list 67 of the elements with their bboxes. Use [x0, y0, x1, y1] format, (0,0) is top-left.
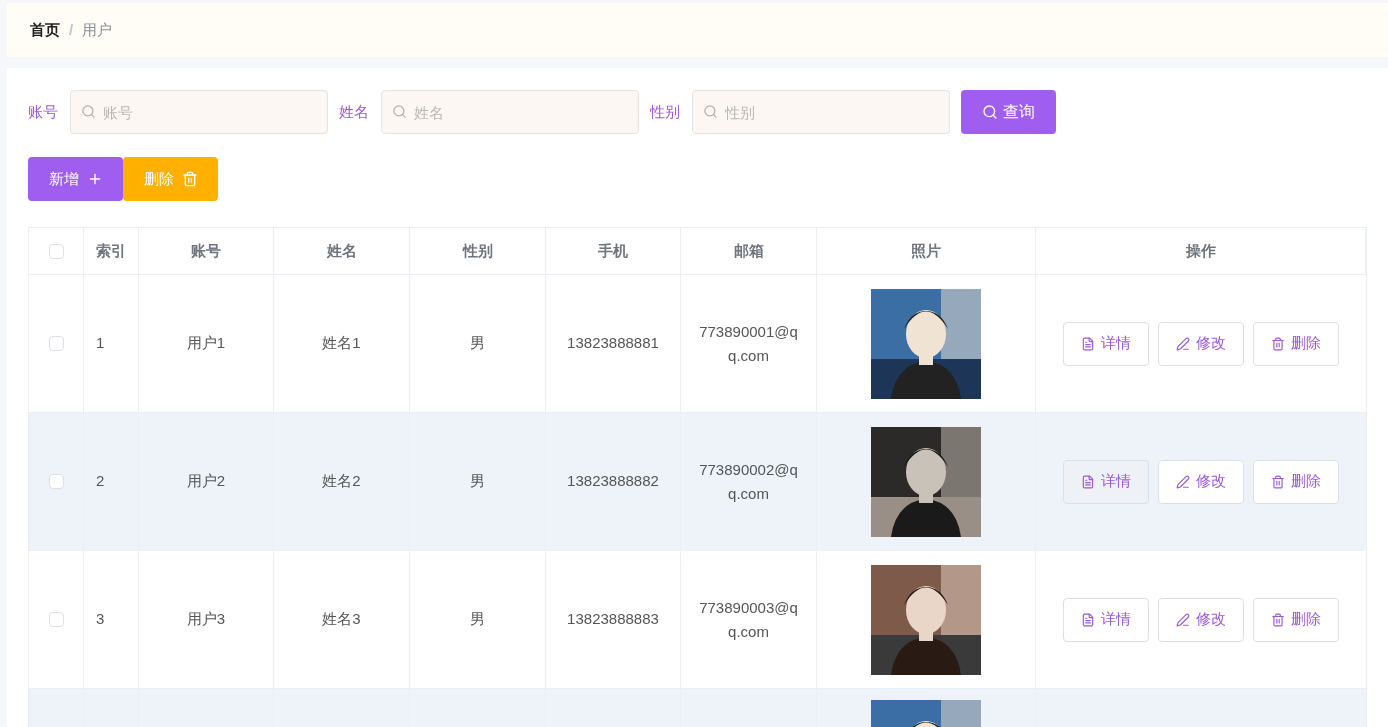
table-cell-text: 13823888882: [567, 471, 659, 492]
column-header: 照片: [817, 228, 1036, 274]
column-header: 手机: [546, 228, 681, 274]
search-icon: [81, 104, 96, 119]
trash-icon: [181, 171, 198, 187]
table-cell-text: 男: [470, 471, 485, 492]
filter-label: 性别: [650, 101, 680, 122]
breadcrumb-item[interactable]: 首页: [30, 18, 60, 42]
search-icon: [703, 104, 718, 119]
search-icon: [392, 104, 407, 119]
edit-button[interactable]: 修改: [1158, 459, 1244, 504]
trash-icon: [1271, 474, 1285, 489]
table-cell-text: 用户3: [186, 609, 226, 630]
pencil-icon: [1176, 612, 1190, 627]
table-cell-text: 姓名3: [322, 609, 361, 630]
search-button[interactable]: 查询: [961, 90, 1056, 134]
table-cell-text: 773890001@q q.com: [699, 321, 798, 366]
table-cell-text: 13823888881: [567, 333, 659, 354]
table-row[interactable]: 2 用户2 姓名2 男 13823888882 773890002@q q.com 详情 修改 删除: [29, 413, 1366, 551]
checkbox[interactable]: [48, 612, 64, 627]
table-cell-text: 用户2: [186, 471, 226, 492]
edit-button[interactable]: 修改: [1158, 321, 1244, 366]
table-cell-text: 773890002@q q.com: [699, 459, 798, 504]
filter-label: 账号: [28, 101, 58, 122]
detail-button[interactable]: 详情: [1063, 321, 1149, 366]
add-button[interactable]: 新增: [28, 157, 123, 201]
filter-label: 姓名: [339, 101, 369, 122]
pencil-icon: [1176, 474, 1190, 489]
table-cell-text: 男: [470, 333, 485, 354]
table-cell-text: 姓名2: [322, 471, 361, 492]
edit-button[interactable]: 修改: [1158, 597, 1244, 642]
delete-button[interactable]: 删除: [1253, 321, 1339, 366]
search-field[interactable]: 性别: [692, 90, 950, 134]
detail-button[interactable]: 详情: [1063, 459, 1149, 504]
table-cell-text: 2: [96, 471, 105, 492]
column-header: 姓名: [274, 228, 410, 274]
document-icon: [1081, 474, 1095, 489]
checkbox[interactable]: [48, 474, 64, 489]
table-cell-text: 1: [96, 333, 105, 354]
table-cell-text: 用户1: [186, 333, 226, 354]
detail-button[interactable]: 详情: [1063, 597, 1149, 642]
column-header: 操作: [1036, 228, 1366, 274]
table-cell-text: 773890003@q q.com: [699, 597, 798, 642]
trash-icon: [1271, 336, 1285, 351]
table-cell-text: 3: [96, 609, 105, 630]
search-icon: [982, 104, 998, 120]
document-icon: [1081, 612, 1095, 627]
breadcrumb-item: 用户: [82, 19, 113, 40]
document-icon: [1081, 336, 1095, 351]
table-row[interactable]: 1 用户1 姓名1 男 13823888881 773890001@q q.com 详情 修改 删除: [29, 275, 1366, 413]
column-header: 索引: [84, 228, 139, 274]
delete-button[interactable]: 删除: [1253, 597, 1339, 642]
column-header: 性别: [410, 228, 546, 274]
trash-icon: [1271, 612, 1285, 627]
search-field[interactable]: 账号: [70, 90, 328, 134]
breadcrumb-separator: /: [69, 19, 74, 40]
table-cell-text: 姓名1: [322, 333, 361, 354]
table-cell-text: 13823888883: [567, 609, 659, 630]
checkbox[interactable]: [48, 243, 64, 259]
checkbox[interactable]: [48, 336, 64, 351]
search-field[interactable]: 姓名: [381, 90, 639, 134]
delete-button[interactable]: 删除: [1253, 459, 1339, 504]
pencil-icon: [1176, 336, 1190, 351]
column-header: 邮箱: [681, 228, 817, 274]
column-header: 账号: [139, 228, 274, 274]
table-row[interactable]: 3 用户3 姓名3 男 13823888883 773890003@q q.com 详情 修改 删除: [29, 551, 1366, 689]
table-cell-text: 男: [470, 609, 485, 630]
